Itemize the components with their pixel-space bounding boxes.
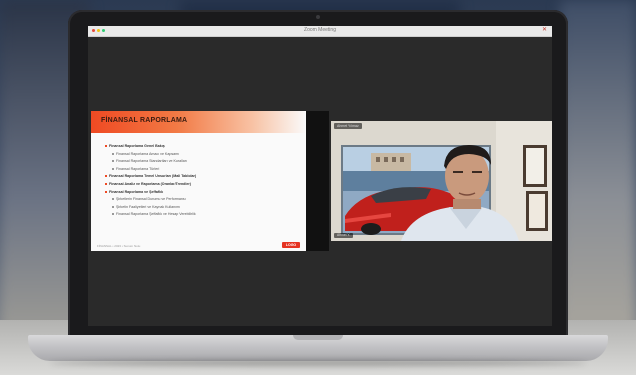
slide-bullet-item: Finansal Raporlama Genel Bakış: [105, 143, 300, 151]
slide-bullet-text: Finansal Raporlama Standartları ve Kural…: [116, 159, 187, 164]
bullet-icon: [112, 205, 114, 208]
slide-bullet-text: Finansal Raporlama Genel Bakış: [109, 144, 165, 148]
laptop-base: [28, 335, 608, 361]
video-frame: [331, 121, 552, 241]
participant-label: Ahmet Yılmaz: [334, 123, 362, 129]
bullet-icon: [112, 160, 114, 163]
slide-bullet-text: Şirketin Faaliyetleri ve Kaynak Kullanım…: [116, 204, 181, 209]
bullet-icon: [105, 145, 107, 148]
slide-title: FİNANSAL RAPORLAMA: [101, 117, 188, 124]
slide-bullet-item: Finansal Analiz ve Raporlama (Oranlar/Tr…: [105, 181, 300, 189]
bullet-icon: [105, 190, 107, 193]
close-icon[interactable]: ✕: [542, 27, 548, 33]
slide-bullet-text: Finansal Raporlama Türleri: [116, 166, 160, 171]
slide-bullet-text: Finansal Raporlama Temel Unsurları (Mali…: [109, 174, 197, 179]
slide-bullet-item: Finansal Raporlama Amacı ve Kapsamı: [105, 151, 300, 159]
slide-footer: FİNANSAL • 2023 • Sunum Notu: [97, 244, 141, 248]
bullet-icon: [112, 198, 114, 201]
slide-side-panel: [306, 111, 329, 251]
laptop-shadow: [50, 360, 586, 366]
participant-name-tag: Ahmet Y.: [334, 233, 354, 238]
participant-video[interactable]: Ahmet Yılmaz Ahmet Y.: [331, 121, 552, 241]
window-title: Zoom Meeting: [304, 27, 336, 33]
slide-logo: LOGO: [282, 242, 300, 248]
slide-bullet-text: Finansal Raporlama Amacı ve Kapsamı: [116, 151, 180, 156]
window-titlebar: Zoom Meeting ✕: [88, 26, 552, 37]
slide-bullet-item: Finansal Raporlama Temel Unsurları (Mali…: [105, 173, 300, 181]
slide-bullet-text: Finansal Raporlama ve Şeffaflık: [109, 189, 164, 194]
bullet-icon: [112, 152, 114, 155]
slide-bullet-text: Şirketlerin Finansal Durumu ve Performan…: [116, 197, 186, 202]
slide-bullet-item: Şirketlerin Finansal Durumu ve Performan…: [105, 196, 300, 204]
slide-bullet-item: Finansal Raporlama ve Şeffaflık: [105, 189, 300, 197]
presentation-slide: FİNANSAL RAPORLAMA Finansal Raporlama Ge…: [91, 111, 306, 251]
bullet-icon: [105, 175, 107, 178]
slide-bullet-item: Şirketin Faaliyetleri ve Kaynak Kullanım…: [105, 204, 300, 212]
webcam-icon: [316, 15, 320, 19]
slide-bullet-text: Finansal Analiz ve Raporlama (Oranlar/Tr…: [109, 181, 191, 186]
laptop-screen: Zoom Meeting ✕ FİNANSAL RAPORLAMA Finans…: [88, 26, 552, 326]
slide-bullet-list: Finansal Raporlama Genel Bakış Finansal R…: [105, 143, 300, 219]
background-right-window: [560, 0, 636, 330]
bullet-icon: [112, 213, 114, 216]
slide-bullet-item: Finansal Raporlama Standartları ve Kural…: [105, 158, 300, 166]
slide-bullet-text: Finansal Raporlama Şeffaflık ve Hesap Ve…: [116, 212, 196, 217]
bullet-icon: [105, 183, 107, 186]
slide-bullet-item: Finansal Raporlama Türleri: [105, 166, 300, 174]
bullet-icon: [112, 167, 114, 170]
slide-bullet-item: Finansal Raporlama Şeffaflık ve Hesap Ve…: [105, 211, 300, 219]
laptop-opening-notch: [293, 335, 343, 340]
